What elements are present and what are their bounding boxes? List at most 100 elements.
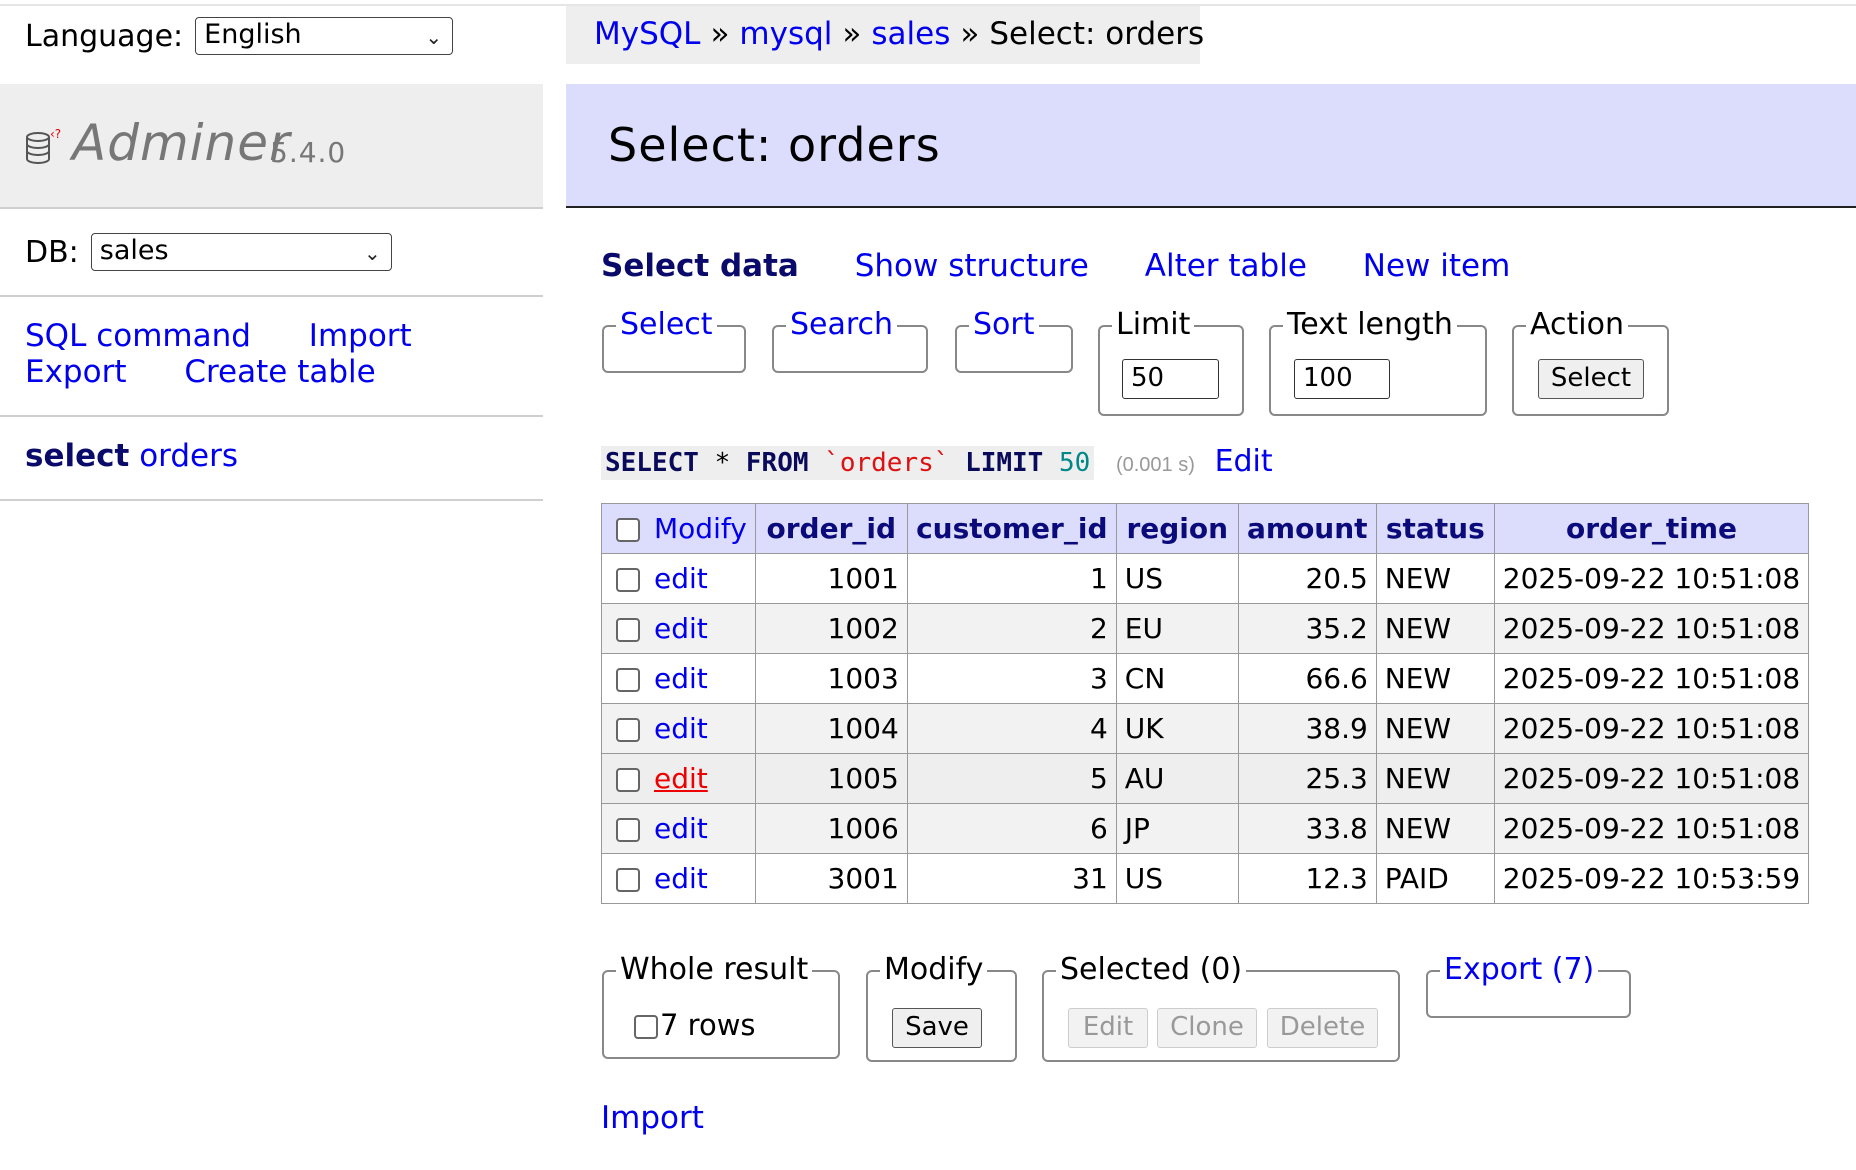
search-toggle[interactable]: Search — [786, 307, 898, 343]
svg-text:‹?: ‹? — [50, 128, 61, 141]
create-table-link[interactable]: Create table — [184, 354, 375, 390]
language-select[interactable]: English ⌄ — [195, 17, 454, 55]
row-edit-link[interactable]: edit — [654, 662, 708, 695]
action-label: Action — [1526, 307, 1628, 343]
row-edit-link[interactable]: edit — [654, 862, 708, 895]
select-table-link[interactable]: select — [25, 438, 129, 474]
row-checkbox[interactable] — [616, 568, 640, 592]
whole-result-option: 7 rows — [634, 1008, 756, 1042]
column-header-order-time[interactable]: order_time — [1493, 503, 1810, 554]
table-row: edit 3001 31 US 12.3 PAID 2025-09-22 10:… — [601, 853, 1810, 904]
column-header-customer-id[interactable]: customer_id — [906, 503, 1117, 554]
delete-button[interactable]: Delete — [1267, 1008, 1378, 1048]
tab-select-data[interactable]: Select data — [601, 248, 799, 284]
divider — [0, 295, 543, 297]
text-length-input[interactable]: 100 — [1294, 359, 1390, 399]
modify-label: Modify — [880, 952, 988, 988]
cell-order-id: 1004 — [754, 703, 908, 754]
select-toggle[interactable]: Select — [616, 307, 717, 343]
sidebar-table-item: select orders — [25, 438, 238, 474]
select-fieldset[interactable]: Select — [602, 307, 746, 373]
table-row: edit 1005 5 AU 25.3 NEW 2025-09-22 10:51… — [601, 753, 1810, 804]
export-toggle[interactable]: Export (7) — [1440, 952, 1599, 988]
row-edit-link[interactable]: edit — [654, 762, 708, 795]
cell-customer-id: 4 — [906, 703, 1117, 754]
cell-region: EU — [1115, 603, 1239, 654]
modify-fieldset: Modify Save — [866, 952, 1017, 1062]
table-name-link[interactable]: orders — [139, 438, 238, 474]
column-header-region[interactable]: region — [1115, 503, 1239, 554]
search-fieldset[interactable]: Search — [772, 307, 928, 373]
text-length-label: Text length — [1283, 307, 1457, 343]
edit-selected-button[interactable]: Edit — [1068, 1008, 1148, 1048]
limit-input[interactable]: 50 — [1122, 359, 1219, 399]
selected-label: Selected (0) — [1056, 952, 1247, 988]
language-value: English — [204, 19, 302, 50]
whole-result-checkbox[interactable] — [634, 1015, 658, 1039]
divider — [0, 207, 543, 209]
import-link[interactable]: Import — [601, 1100, 704, 1136]
save-button[interactable]: Save — [892, 1008, 982, 1048]
cell-amount: 35.2 — [1237, 603, 1377, 654]
tab-show-structure[interactable]: Show structure — [855, 248, 1089, 284]
import-link-sidebar[interactable]: Import — [309, 318, 412, 354]
sort-toggle[interactable]: Sort — [969, 307, 1039, 343]
sort-fieldset[interactable]: Sort — [955, 307, 1073, 373]
row-checkbox[interactable] — [616, 668, 640, 692]
breadcrumb-db[interactable]: sales — [871, 16, 950, 52]
row-edit-link[interactable]: edit — [654, 712, 708, 745]
modify-header-link[interactable]: Modify — [654, 512, 747, 545]
cell-status: NEW — [1375, 553, 1495, 604]
cell-region: AU — [1115, 753, 1239, 804]
selected-fieldset: Selected (0) Edit Clone Delete — [1042, 952, 1400, 1062]
cell-customer-id: 2 — [906, 603, 1117, 654]
limit-fieldset: Limit 50 — [1098, 307, 1244, 416]
whole-result-fieldset: Whole result 7 rows — [602, 952, 840, 1059]
row-edit-link[interactable]: edit — [654, 812, 708, 845]
cell-amount: 38.9 — [1237, 703, 1377, 754]
app-name[interactable]: Adminer — [72, 114, 291, 172]
cell-order-id: 1003 — [754, 653, 908, 704]
cell-status: NEW — [1375, 653, 1495, 704]
breadcrumb-server[interactable]: MySQL — [594, 16, 700, 52]
row-checkbox[interactable] — [616, 818, 640, 842]
table-row: edit 1006 6 JP 33.8 NEW 2025-09-22 10:51… — [601, 803, 1810, 854]
table-row: edit 1002 2 EU 35.2 NEW 2025-09-22 10:51… — [601, 603, 1810, 654]
edit-query-link[interactable]: Edit — [1215, 444, 1273, 479]
cell-customer-id: 1 — [906, 553, 1117, 604]
tab-new-item[interactable]: New item — [1363, 248, 1511, 284]
cell-region: JP — [1115, 803, 1239, 854]
table-tabs: Select data Show structure Alter table N… — [601, 248, 1556, 284]
row-edit-link[interactable]: edit — [654, 612, 708, 645]
chevron-down-icon: ⌄ — [364, 241, 381, 265]
cell-amount: 33.8 — [1237, 803, 1377, 854]
row-edit-link[interactable]: edit — [654, 562, 708, 595]
rows-count: 7 rows — [660, 1008, 756, 1042]
table-row: edit 1004 4 UK 38.9 NEW 2025-09-22 10:51… — [601, 703, 1810, 754]
limit-label: Limit — [1112, 307, 1195, 343]
cell-status: PAID — [1375, 853, 1495, 904]
clone-button[interactable]: Clone — [1157, 1008, 1257, 1048]
column-header-amount[interactable]: amount — [1237, 503, 1377, 554]
row-checkbox[interactable] — [616, 718, 640, 742]
row-checkbox[interactable] — [616, 768, 640, 792]
breadcrumb-db-server[interactable]: mysql — [739, 16, 832, 52]
select-all-checkbox[interactable] — [616, 518, 640, 542]
cell-customer-id: 31 — [906, 853, 1117, 904]
page-header: Select: orders — [566, 84, 1856, 208]
cell-status: NEW — [1375, 803, 1495, 854]
cell-region: CN — [1115, 653, 1239, 704]
db-select[interactable]: sales ⌄ — [90, 233, 392, 271]
column-header-order-id[interactable]: order_id — [754, 503, 908, 554]
sql-command-link[interactable]: SQL command — [25, 318, 251, 354]
row-checkbox[interactable] — [616, 868, 640, 892]
tab-alter-table[interactable]: Alter table — [1145, 248, 1307, 284]
table-row: edit 1003 3 CN 66.6 NEW 2025-09-22 10:51… — [601, 653, 1810, 704]
export-fieldset[interactable]: Export (7) — [1426, 952, 1631, 1018]
select-button[interactable]: Select — [1538, 359, 1644, 399]
cell-order-id: 1005 — [754, 753, 908, 804]
cell-status: NEW — [1375, 753, 1495, 804]
row-checkbox[interactable] — [616, 618, 640, 642]
column-header-status[interactable]: status — [1375, 503, 1495, 554]
export-link-sidebar[interactable]: Export — [25, 354, 126, 390]
